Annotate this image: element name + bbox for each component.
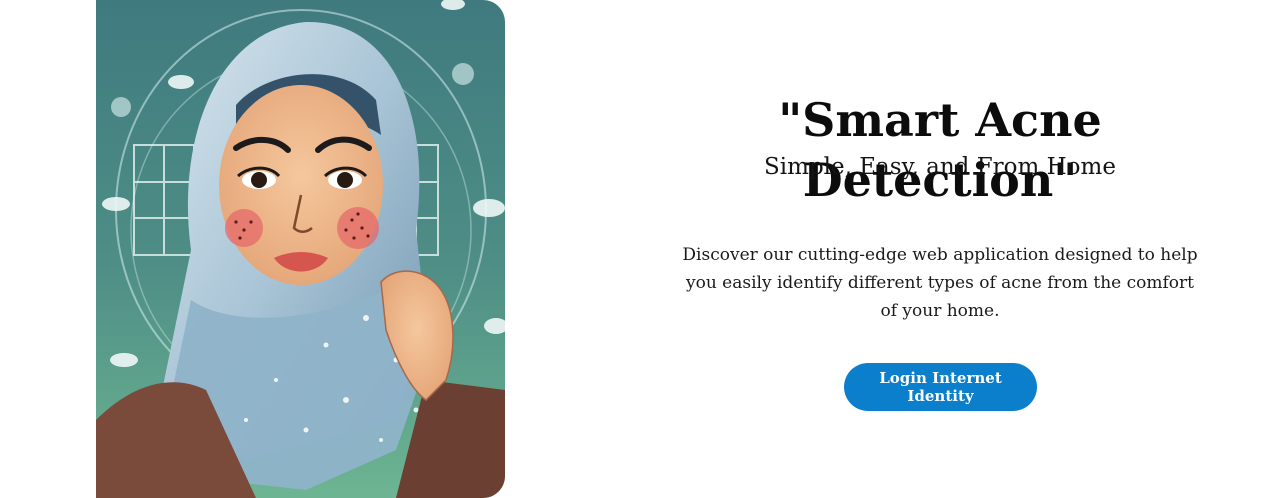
page-subtitle: Simple, Easy, and From Home [764, 154, 1116, 180]
hero-content: "Smart Acne Detection" Simple, Easy, and… [660, 0, 1220, 498]
page-title: "Smart Acne Detection" [778, 93, 1102, 207]
hero-description: Discover our cutting-edge web applicatio… [682, 245, 1198, 321]
login-internet-identity-button[interactable]: Login Internet Identity [844, 363, 1037, 411]
landing-page: "Smart Acne Detection" Simple, Easy, and… [0, 0, 1280, 498]
hero-illustration [96, 0, 505, 498]
